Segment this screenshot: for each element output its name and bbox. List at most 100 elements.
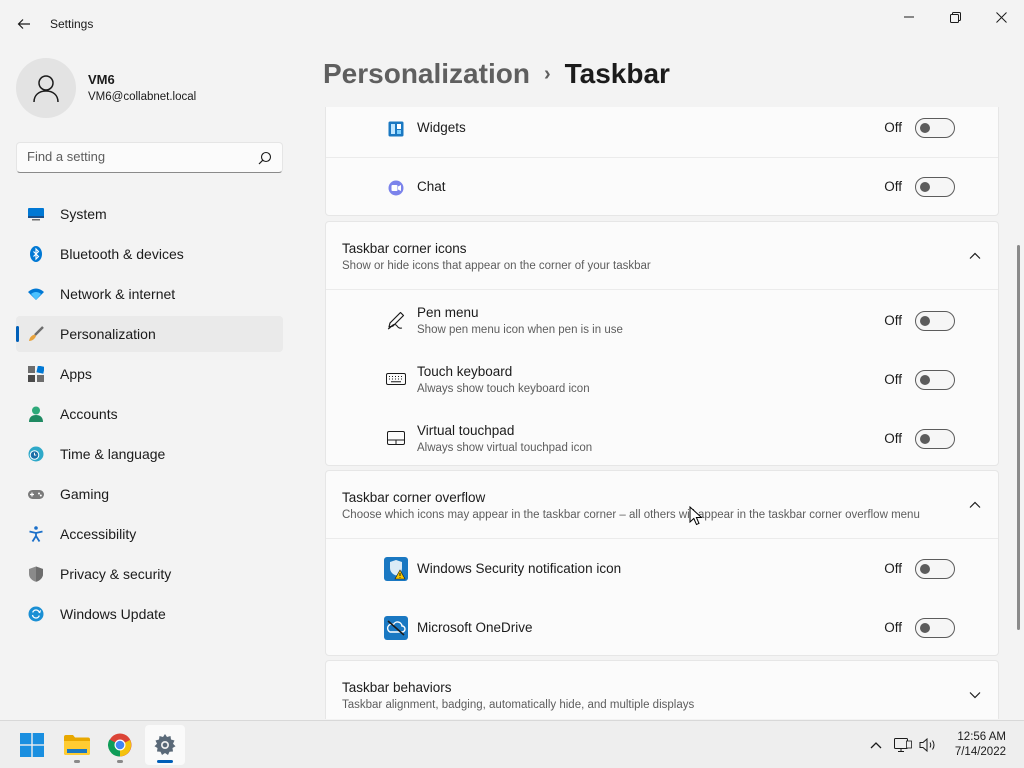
network-wired-icon: [894, 738, 912, 752]
search-input[interactable]: [27, 149, 247, 164]
breadcrumb-parent[interactable]: Personalization: [323, 58, 530, 89]
clock-globe-icon: [28, 446, 44, 462]
chrome-icon: [108, 733, 132, 757]
corner-icons-header[interactable]: Taskbar corner icons Show or hide icons …: [326, 222, 998, 289]
sidebar-item-bluetooth[interactable]: Bluetooth & devices: [16, 236, 283, 272]
settings-icon: [154, 734, 176, 755]
onedrive-icon: [384, 616, 408, 640]
virtual-touchpad-toggle[interactable]: [915, 429, 955, 449]
taskbar-chrome[interactable]: [100, 725, 140, 765]
chevron-up-icon: [870, 742, 882, 749]
settings-content: Widgets Off Chat Off Taskbar corner icon…: [323, 107, 1000, 719]
sidebar-item-system[interactable]: System: [16, 196, 283, 232]
taskbar-clock[interactable]: 12:56 AM 7/14/2022: [955, 730, 1006, 760]
chevron-up-icon[interactable]: [968, 498, 982, 512]
windows-security-toggle[interactable]: [915, 559, 955, 579]
taskbar-settings[interactable]: [145, 725, 185, 765]
active-indicator: [157, 760, 173, 763]
mouse-cursor-icon: [689, 506, 703, 526]
title-bar: Settings: [0, 0, 1024, 48]
user-email: VM6@collabnet.local: [88, 91, 197, 103]
virtual-touchpad-title: Virtual touchpad: [417, 423, 515, 438]
bluetooth-icon: [30, 246, 42, 262]
virtual-touchpad-description: Always show virtual touchpad icon: [417, 442, 593, 454]
app-title: Settings: [50, 17, 94, 31]
widgets-title: Widgets: [417, 120, 466, 135]
user-name: VM6: [88, 72, 115, 87]
back-button[interactable]: [10, 10, 38, 38]
user-profile[interactable]: VM6 VM6@collabnet.local: [16, 58, 276, 118]
sidebar-item-network[interactable]: Network & internet: [16, 276, 283, 312]
chevron-up-icon[interactable]: [968, 249, 982, 263]
corner-overflow-description: Choose which icons may appear in the tas…: [342, 509, 920, 521]
search-icon[interactable]: [258, 151, 272, 165]
sidebar-item-accessibility[interactable]: Accessibility: [16, 516, 283, 552]
scrollbar-thumb[interactable]: [1017, 245, 1020, 630]
sidebar-item-personalization[interactable]: Personalization: [16, 316, 283, 352]
sidebar-item-privacy-security[interactable]: Privacy & security: [16, 556, 283, 592]
pen-icon: [386, 310, 406, 330]
virtual-touchpad-row: Virtual touchpad Always show virtual tou…: [326, 408, 998, 467]
close-icon: [995, 11, 1007, 23]
corner-overflow-header[interactable]: Taskbar corner overflow Choose which ico…: [326, 471, 998, 538]
system-icon: [28, 208, 44, 221]
pen-menu-row: Pen menu Show pen menu icon when pen is …: [326, 290, 998, 349]
pen-menu-state-label: Off: [884, 313, 902, 328]
pen-menu-title: Pen menu: [417, 305, 479, 320]
corner-icons-title: Taskbar corner icons: [342, 241, 467, 256]
system-taskbar: 12:56 AM 7/14/2022: [0, 720, 1024, 768]
sidebar-item-windows-update[interactable]: Windows Update: [16, 596, 283, 632]
sidebar-item-apps[interactable]: Apps: [16, 356, 283, 392]
widgets-state-label: Off: [884, 120, 902, 135]
windows-security-state-label: Off: [884, 561, 902, 576]
chat-state-label: Off: [884, 179, 902, 194]
behaviors-description: Taskbar alignment, badging, automaticall…: [342, 699, 695, 711]
sidebar-item-gaming[interactable]: Gaming: [16, 476, 283, 512]
sidebar-item-accounts[interactable]: Accounts: [16, 396, 283, 432]
minimize-icon: [904, 16, 914, 18]
chat-toggle[interactable]: [915, 177, 955, 197]
search-box[interactable]: [16, 142, 283, 173]
running-indicator: [74, 760, 80, 763]
corner-icons-description: Show or hide icons that appear on the co…: [342, 260, 651, 272]
show-hidden-icons-button[interactable]: [866, 735, 886, 755]
chat-title: Chat: [417, 179, 446, 194]
touch-keyboard-title: Touch keyboard: [417, 364, 513, 379]
update-icon: [28, 606, 44, 622]
close-button[interactable]: [978, 4, 1024, 30]
onedrive-state-label: Off: [884, 620, 902, 635]
chat-row: Chat Off: [326, 158, 998, 217]
onedrive-row: Microsoft OneDrive Off: [326, 598, 998, 657]
pen-menu-description: Show pen menu icon when pen is in use: [417, 324, 623, 336]
clock-time: 12:56 AM: [957, 731, 1006, 743]
brush-icon: [29, 326, 44, 341]
widgets-icon: [386, 119, 406, 139]
widgets-toggle[interactable]: [915, 118, 955, 138]
sidebar-item-time-language[interactable]: Time & language: [16, 436, 283, 472]
volume-tray-button[interactable]: [918, 735, 938, 755]
pen-menu-toggle[interactable]: [915, 311, 955, 331]
windows-security-title: Windows Security notification icon: [417, 561, 622, 576]
network-tray-button[interactable]: [893, 735, 913, 755]
restore-button[interactable]: [932, 4, 978, 30]
behaviors-card[interactable]: Taskbar behaviors Taskbar alignment, bad…: [325, 660, 999, 719]
virtual-touchpad-state-label: Off: [884, 431, 902, 446]
onedrive-toggle[interactable]: [915, 618, 955, 638]
touch-keyboard-row: Touch keyboard Always show touch keyboar…: [326, 349, 998, 408]
back-arrow-icon: [17, 19, 30, 29]
minimize-button[interactable]: [886, 4, 932, 30]
restore-icon: [949, 11, 961, 23]
avatar: [16, 58, 76, 118]
windows-security-icon: [384, 557, 408, 581]
start-button[interactable]: [12, 725, 52, 765]
shield-icon: [29, 566, 43, 582]
touch-keyboard-toggle[interactable]: [915, 370, 955, 390]
breadcrumb-separator: ›: [543, 63, 551, 85]
taskbar-file-explorer[interactable]: [57, 725, 97, 765]
chevron-down-icon[interactable]: [968, 688, 982, 702]
onedrive-title: Microsoft OneDrive: [417, 620, 533, 635]
sidebar-nav: System Bluetooth & devices Network & int…: [16, 196, 283, 636]
apps-icon: [28, 366, 44, 382]
clock-date: 7/14/2022: [954, 746, 1006, 758]
widgets-row: Widgets Off: [326, 107, 998, 157]
